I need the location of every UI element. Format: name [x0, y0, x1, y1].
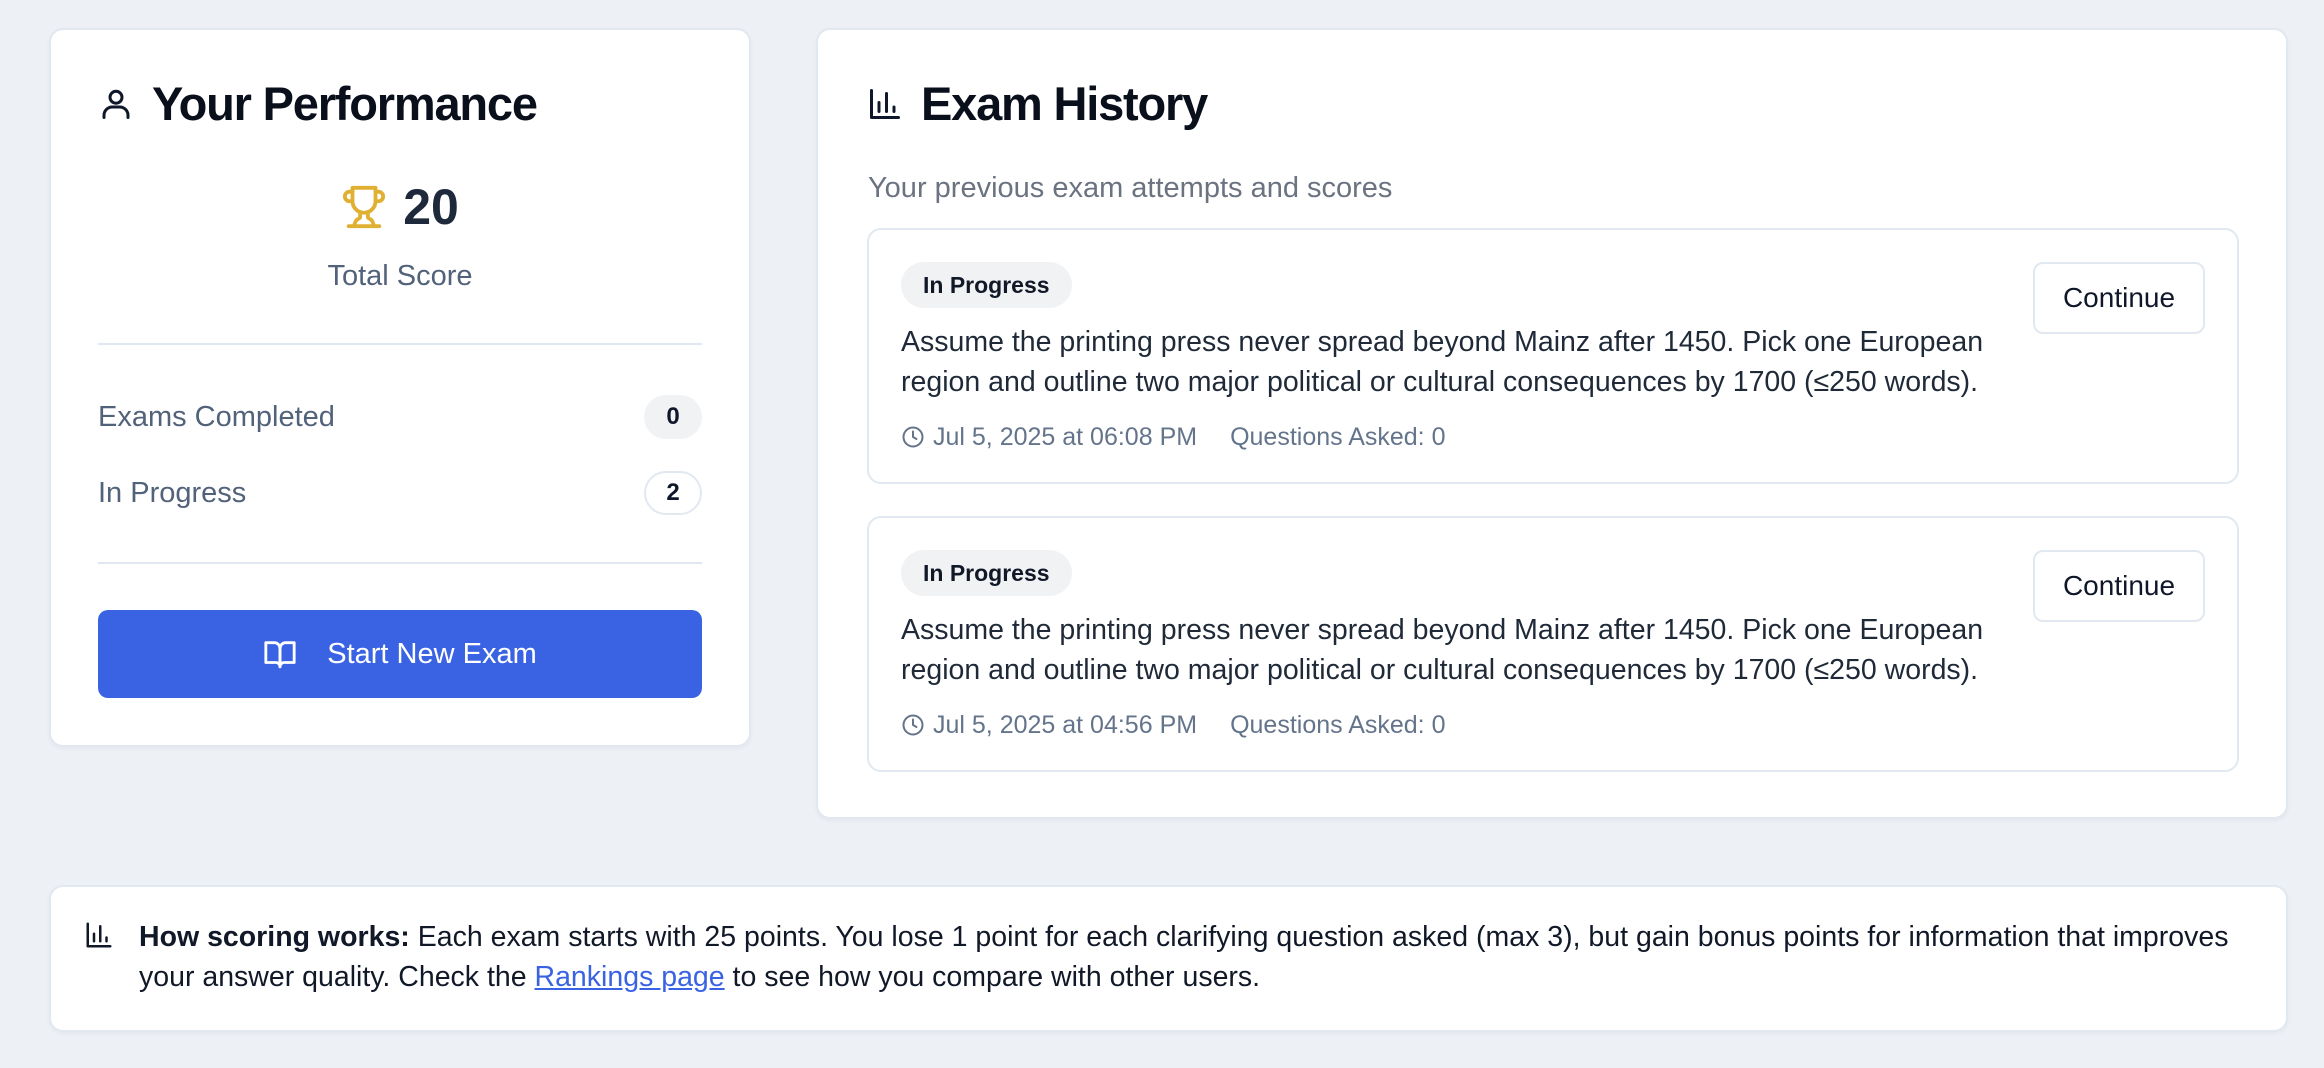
stat-count-badge: 0	[644, 395, 702, 439]
exam-item: In Progress Assume the printing press ne…	[867, 228, 2239, 484]
exam-history-title: Exam History	[867, 76, 1208, 131]
exam-date: Jul 5, 2025 at 04:56 PM	[933, 710, 1198, 739]
scoring-info-tail: to see how you compare with other users.	[724, 961, 1261, 993]
continue-button[interactable]: Continue	[2033, 262, 2205, 334]
start-new-exam-label: Start New Exam	[327, 637, 537, 670]
performance-title-text: Your Performance	[152, 77, 538, 130]
stat-in-progress: In Progress 2	[98, 471, 702, 515]
scoring-info-card: How scoring works: Each exam starts with…	[49, 885, 2288, 1032]
user-icon	[102, 89, 130, 119]
exam-meta: Jul 5, 2025 at 04:56 PM Questions Asked:…	[901, 708, 1445, 742]
total-score-label: Total Score	[327, 260, 473, 292]
performance-card: Your Performance 20 Total Score Exams Co…	[49, 28, 751, 747]
scoring-info-heading: How scoring works:	[139, 921, 410, 953]
exam-date: Jul 5, 2025 at 06:08 PM	[933, 422, 1198, 451]
divider	[98, 343, 702, 345]
start-new-exam-button[interactable]: Start New Exam	[98, 610, 702, 698]
trophy-icon	[343, 185, 386, 229]
stat-label: Exams Completed	[98, 400, 335, 433]
status-badge: In Progress	[901, 262, 1072, 308]
exam-prompt: Assume the printing press never spread b…	[901, 326, 1984, 398]
clock-icon	[902, 714, 924, 736]
bar-chart-icon	[86, 922, 112, 948]
stat-count-badge: 2	[644, 471, 702, 515]
total-score-value: 20	[403, 179, 459, 235]
questions-asked: Questions Asked: 0	[1230, 710, 1446, 739]
continue-button[interactable]: Continue	[2033, 550, 2205, 622]
stat-label: In Progress	[98, 476, 247, 509]
exam-history-card: Exam History Your previous exam attempts…	[816, 28, 2288, 819]
rankings-link[interactable]: Rankings page	[535, 961, 725, 993]
exam-history-subtitle: Your previous exam attempts and scores	[868, 172, 1393, 204]
book-open-icon	[264, 641, 296, 669]
bar-chart-icon	[870, 88, 900, 119]
exam-prompt: Assume the printing press never spread b…	[901, 614, 1984, 686]
total-score: 20	[51, 178, 749, 236]
questions-asked: Questions Asked: 0	[1230, 422, 1446, 451]
stat-exams-completed: Exams Completed 0	[98, 395, 702, 439]
exam-history-title-text: Exam History	[921, 77, 1208, 130]
scoring-info-text: How scoring works: Each exam starts with…	[139, 917, 2259, 997]
status-badge: In Progress	[901, 550, 1072, 596]
exam-item: In Progress Assume the printing press ne…	[867, 516, 2239, 772]
performance-title: Your Performance	[98, 76, 538, 131]
exam-meta: Jul 5, 2025 at 06:08 PM Questions Asked:…	[901, 420, 1445, 454]
divider	[98, 562, 702, 564]
clock-icon	[902, 426, 924, 448]
